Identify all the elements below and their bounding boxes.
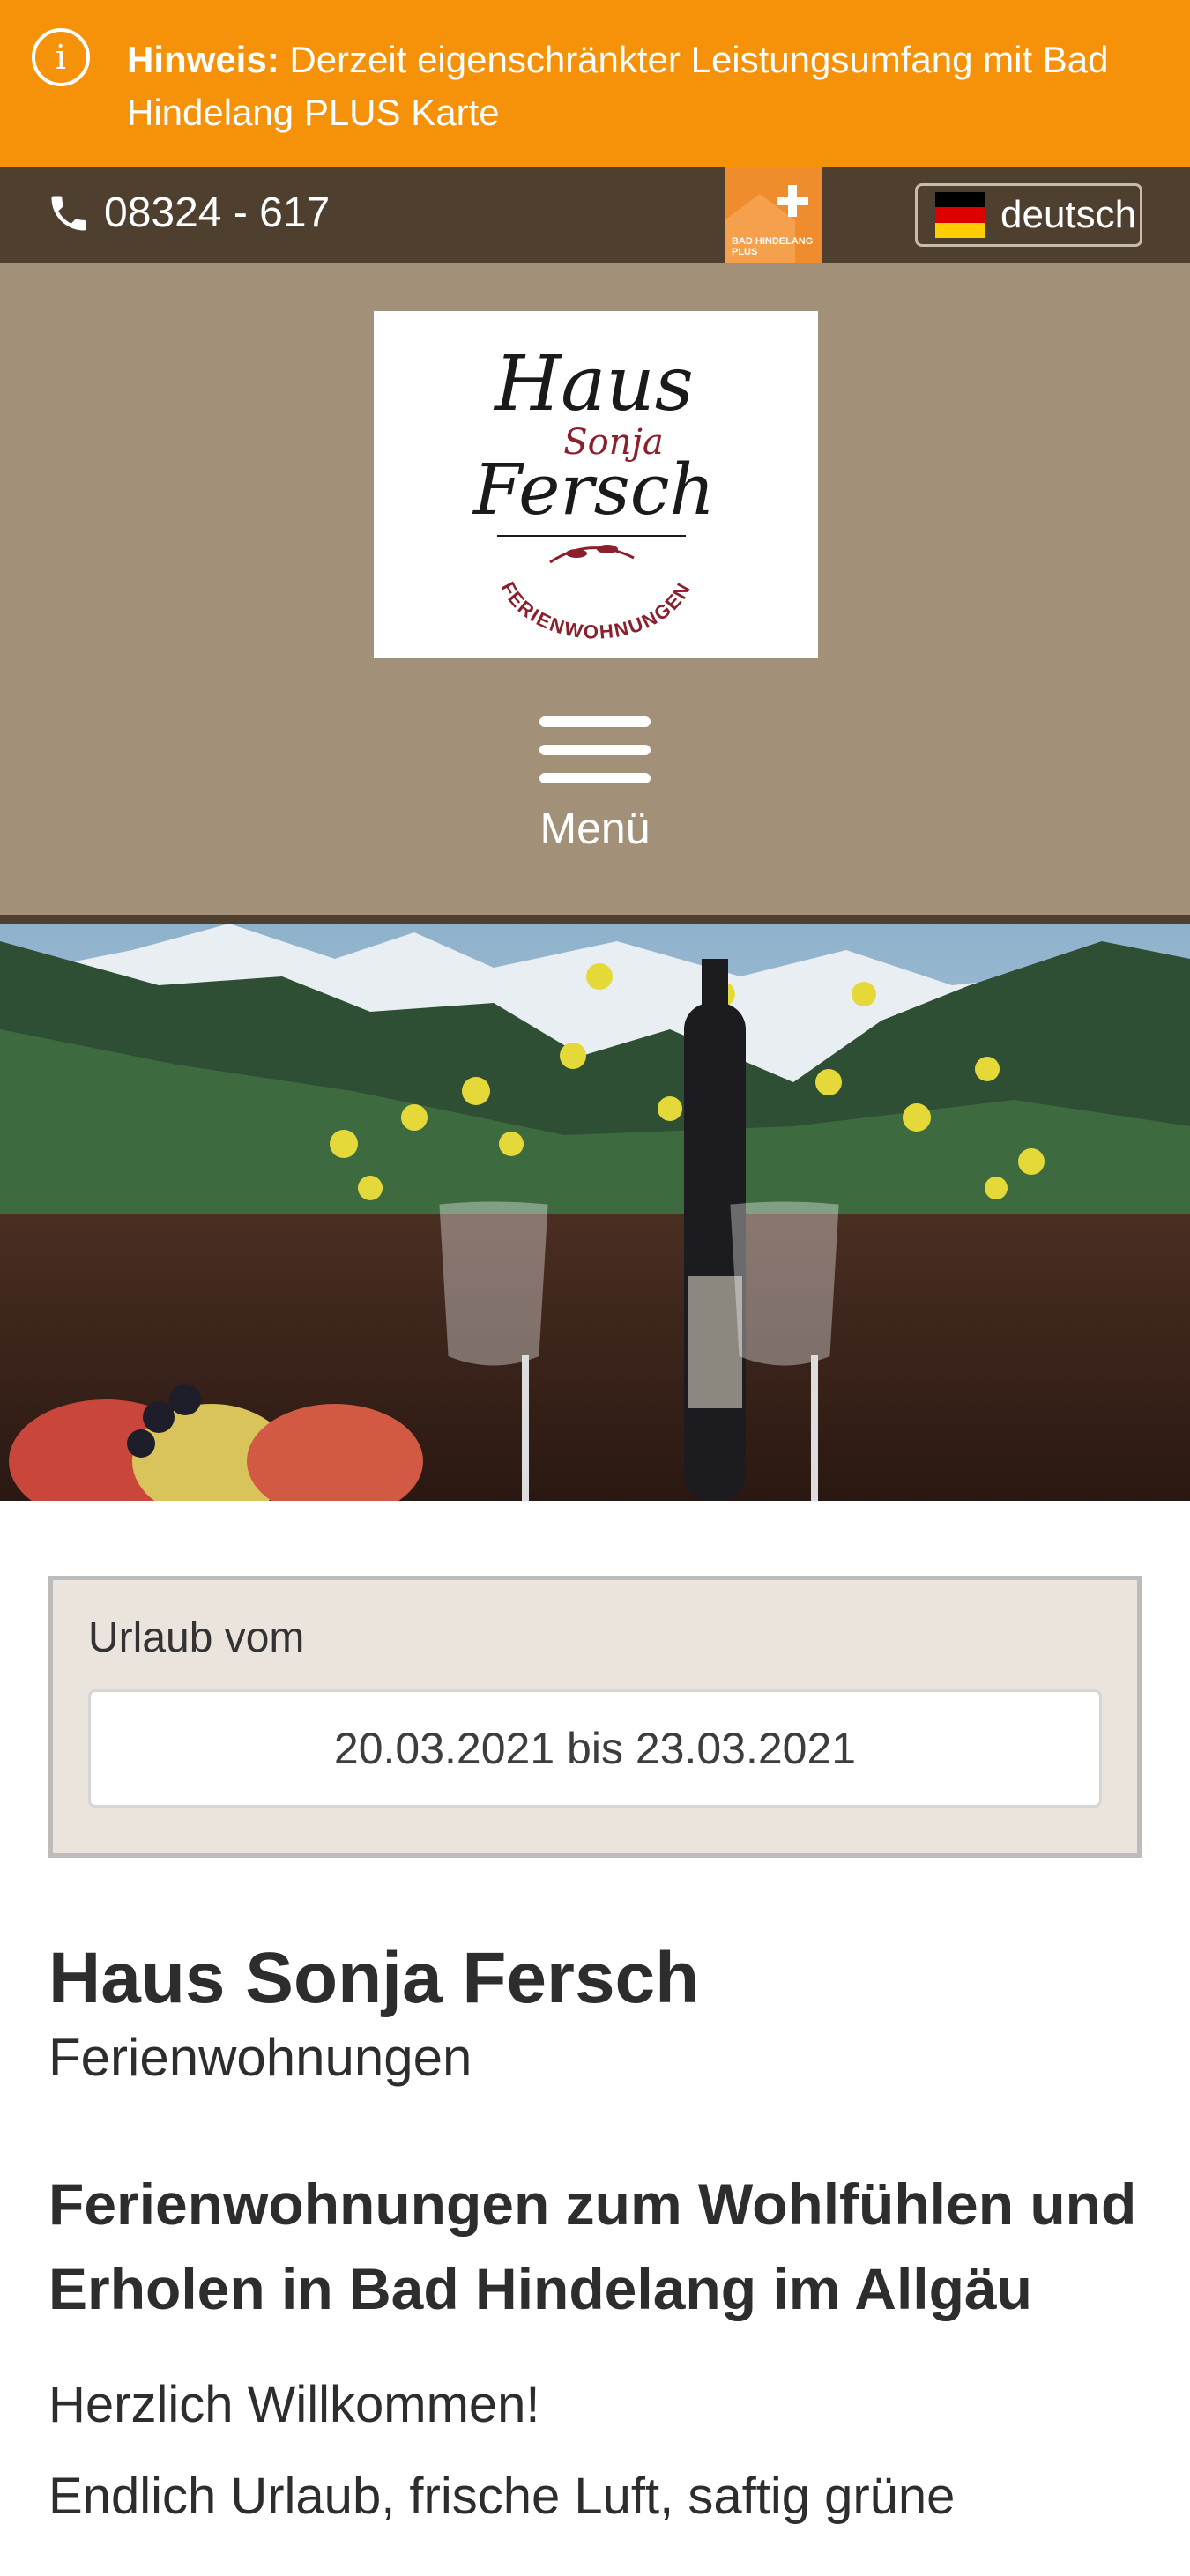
language-selector[interactable]: deutsch (915, 183, 1142, 247)
hamburger-icon-bar (539, 745, 651, 755)
site-logo[interactable]: Haus Sonja Fersch FERIENWOHNUNGEN (374, 311, 818, 658)
phone-number: 08324 - 617 (104, 189, 331, 236)
menu-button[interactable]: Menü (507, 716, 683, 884)
hamburger-icon (539, 716, 651, 727)
logo-line-haus: Haus (493, 340, 694, 428)
hamburger-icon-bar (539, 773, 651, 783)
page-subtitle: Ferienwohnungen (48, 2028, 472, 2087)
language-label: deutsch (1000, 193, 1137, 236)
notice-text: Hinweis: Derzeit eigenschränkter Leistun… (127, 33, 1141, 139)
logo-line-fersch: Fersch (472, 449, 715, 531)
phone-link[interactable]: 08324 - 617 (46, 189, 330, 237)
notice-label: Hinweis: (127, 39, 279, 80)
site-header: Haus Sonja Fersch FERIENWOHNUNGEN Menü (0, 263, 1190, 924)
menu-label: Menü (539, 804, 651, 853)
top-bar: 08324 - 617 BAD HINDELANG PLUS deutsch (0, 167, 1190, 263)
booking-label: Urlaub vom (88, 1615, 305, 1661)
german-flag-icon (935, 192, 985, 238)
info-icon: i (32, 28, 90, 86)
badge-label: BAD HINDELANG PLUS (732, 236, 814, 257)
section-heading: Ferienwohnungen zum Wohlfühlen und Erhol… (48, 2171, 1137, 2321)
welcome-text: Herzlich Willkommen! (48, 2376, 540, 2433)
hero-image (0, 924, 1190, 1501)
date-range-input[interactable]: 20.03.2021 bis 23.03.2021 (88, 1689, 1102, 1808)
bad-hindelang-plus-badge[interactable]: BAD HINDELANG PLUS (725, 167, 822, 263)
notice-banner: i Hinweis: Derzeit eigenschränkter Leist… (0, 0, 1190, 167)
logo-graphic: Haus Sonja Fersch FERIENWOHNUNGEN (472, 340, 715, 643)
main-content: Haus Sonja Fersch Ferienwohnungen Ferien… (48, 1934, 1142, 2543)
intro-text: Endlich Urlaub, frische Luft, saftig grü… (48, 2468, 956, 2525)
booking-panel: Urlaub vom 20.03.2021 bis 23.03.2021 (48, 1576, 1142, 1858)
page-title: Haus Sonja Fersch (48, 1938, 700, 2018)
logo-line-ferienwohnungen: FERIENWOHNUNGEN (496, 578, 695, 643)
hero-photo (0, 924, 1190, 1501)
phone-icon (51, 196, 86, 230)
